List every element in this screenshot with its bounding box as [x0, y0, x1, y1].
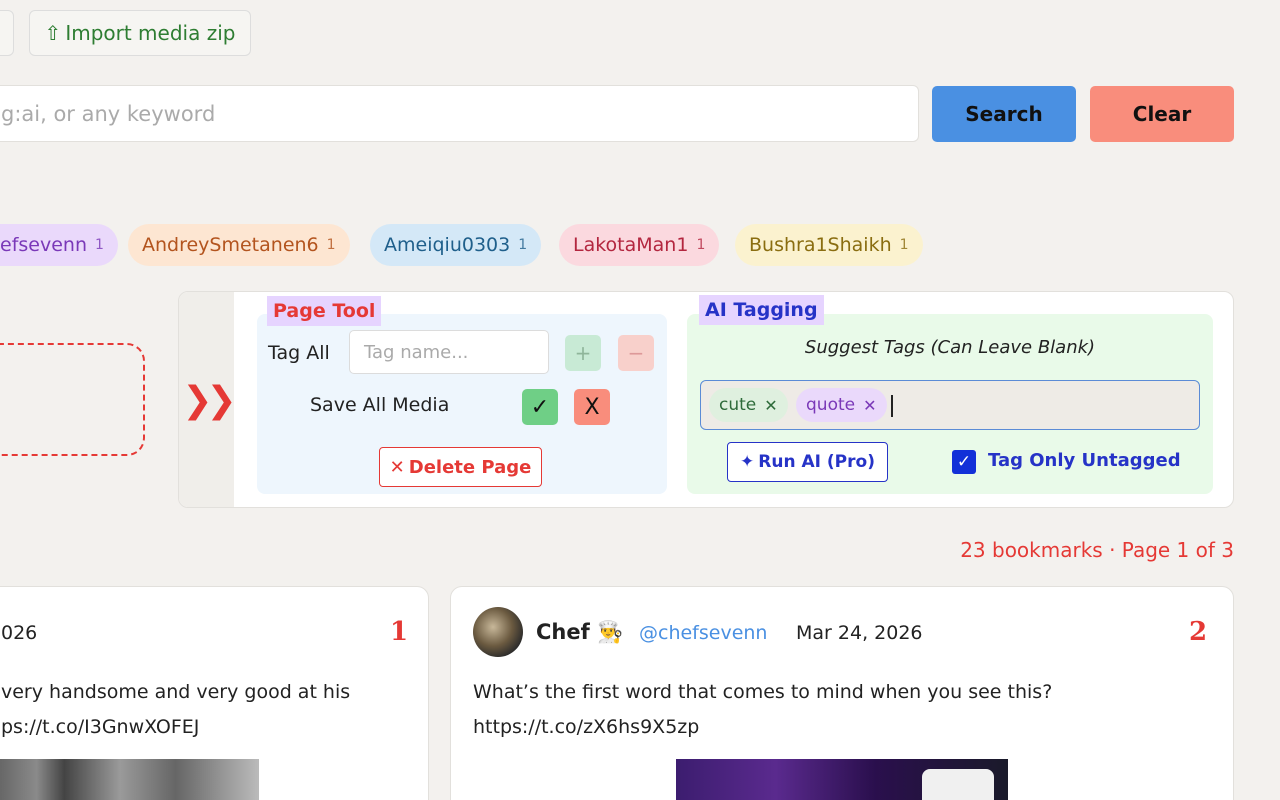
upload-arrow-icon: ⇧: [44, 21, 62, 45]
card-author-name[interactable]: Chef 👨‍🍳: [536, 620, 623, 645]
text-caret: [891, 395, 893, 417]
tag-pill-label: cute: [719, 395, 757, 415]
remove-tag-icon[interactable]: ✕: [764, 396, 777, 415]
suggest-tags-input[interactable]: cute ✕ quote ✕: [700, 380, 1200, 430]
card-text: very handsome and very good at his ps://…: [1, 675, 350, 745]
card-media[interactable]: [0, 759, 259, 800]
tag-pill-cute: cute ✕: [709, 388, 788, 422]
double-chevron-right-icon: ❯❯: [182, 380, 236, 421]
user-chip-lakotaman1[interactable]: LakotaMan1 1: [559, 224, 720, 266]
tag-only-untagged-label[interactable]: Tag Only Untagged: [988, 450, 1181, 471]
tag-all-label: Tag All: [268, 342, 330, 364]
add-tag-button[interactable]: +: [565, 335, 601, 371]
x-icon: X: [584, 394, 600, 420]
card-media[interactable]: [676, 759, 1008, 800]
toolbar-button-partial[interactable]: [0, 10, 14, 56]
user-chip-andreysmetanen6[interactable]: AndreySmetanen6 1: [128, 224, 350, 266]
remove-tag-icon[interactable]: ✕: [863, 396, 876, 415]
run-ai-label: Run AI (Pro): [758, 452, 875, 472]
chip-count: 1: [518, 237, 528, 253]
plus-icon: +: [574, 341, 592, 365]
user-chip-bushra1shaikh[interactable]: Bushra1Shaikh 1: [735, 224, 923, 266]
card-index: 1: [390, 617, 409, 647]
drop-zone[interactable]: [0, 343, 145, 456]
media-cup-shape: [922, 769, 994, 800]
save-all-confirm-button[interactable]: ✓: [522, 389, 558, 425]
collapse-toggle-button[interactable]: ❯❯: [179, 292, 237, 507]
chip-count: 1: [899, 237, 909, 253]
chip-count: 1: [94, 237, 104, 253]
delete-page-label: Delete Page: [408, 456, 532, 478]
remove-tag-button[interactable]: −: [618, 335, 654, 371]
clear-button[interactable]: Clear: [1090, 86, 1234, 142]
avatar[interactable]: [473, 607, 523, 657]
chip-label: LakotaMan1: [573, 234, 689, 256]
bookmark-count-status: 23 bookmarks · Page 1 of 3: [960, 538, 1234, 562]
card-link[interactable]: https://t.co/zX6hs9X5zp: [473, 710, 1052, 745]
card-index: 2: [1189, 617, 1208, 647]
card-date: Mar 24, 2026: [796, 622, 923, 644]
tag-only-untagged-checkbox[interactable]: ✓: [952, 450, 976, 474]
import-media-zip-label: Import media zip: [65, 21, 236, 45]
ai-tagging-title: AI Tagging: [699, 295, 824, 325]
tools-panel: ❯❯ Page Tool Tag All Tag name... + − Sav…: [178, 291, 1234, 508]
chip-count: 1: [696, 237, 706, 253]
card-link[interactable]: ps://t.co/I3GnwXOFEJ: [1, 710, 350, 745]
user-chip-ameiqiu0303[interactable]: Ameiqiu0303 1: [370, 224, 542, 266]
checkmark-icon: ✓: [956, 452, 972, 472]
user-chip-efsevenn[interactable]: efsevenn 1: [0, 224, 118, 266]
sparkle-icon: ✦: [740, 452, 755, 472]
tag-name-placeholder: Tag name...: [364, 341, 469, 363]
save-all-cancel-button[interactable]: X: [574, 389, 610, 425]
search-button[interactable]: Search: [932, 86, 1076, 142]
run-ai-button[interactable]: ✦ Run AI (Pro): [727, 442, 888, 482]
tag-pill-label: quote: [806, 395, 856, 415]
minus-icon: −: [627, 341, 645, 365]
search-input[interactable]: g:ai, or any keyword: [0, 85, 919, 142]
tag-pill-quote: quote ✕: [796, 388, 887, 422]
chip-label: AndreySmetanen6: [142, 234, 319, 256]
save-all-media-label: Save All Media: [310, 394, 450, 416]
checkmark-icon: ✓: [530, 394, 550, 420]
bookmark-card[interactable]: 026 1 very handsome and very good at his…: [0, 586, 429, 800]
suggest-tags-label: Suggest Tags (Can Leave Blank): [804, 337, 1096, 358]
card-text: What’s the first word that comes to mind…: [473, 675, 1052, 745]
chip-count: 1: [326, 237, 336, 253]
card-author-handle[interactable]: @chefsevenn: [639, 622, 767, 644]
card-date: 026: [1, 622, 38, 644]
card-text-line: What’s the first word that comes to mind…: [473, 681, 1053, 703]
delete-page-button[interactable]: ✕ Delete Page: [379, 447, 542, 487]
bookmark-card[interactable]: Chef 👨‍🍳 @chefsevenn Mar 24, 2026 2 What…: [450, 586, 1234, 800]
close-icon: ✕: [389, 456, 405, 478]
import-media-zip-button[interactable]: ⇧ Import media zip: [29, 10, 251, 56]
chip-label: Bushra1Shaikh: [749, 234, 892, 256]
tag-name-input[interactable]: Tag name...: [349, 330, 549, 374]
page-tool-title: Page Tool: [267, 296, 382, 326]
chip-label: Ameiqiu0303: [384, 234, 511, 256]
search-placeholder: g:ai, or any keyword: [1, 101, 216, 126]
chip-label: efsevenn: [0, 234, 87, 256]
card-text-line: very handsome and very good at his: [1, 681, 351, 703]
